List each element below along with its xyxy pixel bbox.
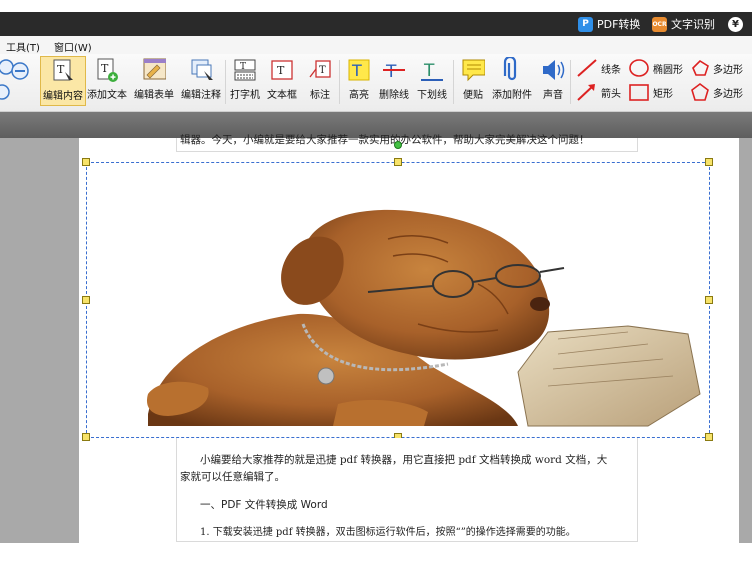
strikethrough-icon: T [382,57,406,83]
toolbar-separator [339,60,340,104]
paragraph-1-line-2: 家就可以任意编辑了。 [180,471,285,483]
menu-bar: 工具(T) 窗口(W) [0,36,752,54]
callout-tool[interactable]: T 标注 [304,56,336,106]
polygon-icon [692,59,709,76]
step-1-text: 1. 下载安装迅捷 pdf 转换器，双击图标运行软件后，按照“”的操作选择需要的… [200,527,576,538]
yen-icon: ¥ [728,16,743,32]
ellipse-icon [629,59,649,77]
edit-form-label: 编辑表单 [134,90,174,101]
polygon-tool[interactable]: 多边形 [690,58,743,78]
zoom-out-icon[interactable] [0,58,36,102]
svg-text:T: T [385,62,397,82]
sound-tool[interactable]: 声音 [538,56,568,106]
ocr-label: 文字识别 [671,18,715,31]
callout-label: 标注 [310,90,330,101]
underline-label: 下划线 [417,90,447,101]
speaker-icon [541,57,565,83]
arrow-label: 箭头 [601,88,621,100]
callout-icon: T [308,57,332,83]
arrow-icon [577,84,595,101]
top-text-line: 辑器。今天，小编就是要给大家推荐一款实用的办公软件，帮助大家完美解决这个问题！ [180,134,590,146]
toolbar: T 编辑内容 T 添加文本 编辑表单 编辑注释 T 打字机 T 文本框 T 标注… [0,54,752,112]
ellipse-tool[interactable]: 椭圆形 [628,58,683,78]
underline-tool[interactable]: T 下划线 [414,56,450,106]
arrow-tool[interactable]: 箭头 [576,82,621,102]
highlight-label: 高亮 [349,90,369,101]
svg-text:T: T [101,62,109,75]
sticky-note-icon [461,57,485,83]
resize-handle-top[interactable] [394,158,402,166]
add-text-label: 添加文本 [87,90,127,101]
polygon2-tool[interactable]: 多边形 [690,82,743,102]
line-icon [577,59,597,77]
toolbar-separator [570,60,571,104]
paperclip-icon [500,57,524,83]
app-root: P PDF转换 OCR 文字识别 ¥ 工具(T) 窗口(W) T 编辑内容 T … [0,0,756,563]
svg-text:T: T [57,63,65,76]
edit-content-tool[interactable]: T 编辑内容 [40,56,86,106]
svg-text:T: T [351,61,362,80]
rectangle-tool[interactable]: 矩形 [628,82,673,102]
textbox-tool[interactable]: T 文本框 [264,56,300,106]
ellipse-label: 椭圆形 [653,64,683,76]
svg-text:T: T [423,61,435,81]
svg-text:T: T [319,65,326,76]
typewriter-icon: T [233,57,257,83]
menu-tools[interactable]: 工具(T) [6,39,40,54]
title-bar: P PDF转换 OCR 文字识别 ¥ [0,12,752,36]
resize-handle-left[interactable] [82,296,90,304]
strikethrough-tool[interactable]: T 删除线 [376,56,412,106]
polygon-label: 多边形 [713,64,743,76]
rectangle-icon [629,84,649,101]
sticky-note-tool[interactable]: 便贴 [458,56,488,106]
pdf-convert-button[interactable]: P PDF转换 [578,15,640,33]
resize-handle-right[interactable] [705,296,713,304]
add-text-icon: T [95,57,119,83]
svg-text:T: T [277,64,285,77]
strikethrough-label: 删除线 [379,90,409,101]
sound-label: 声音 [543,90,563,101]
pdf-convert-label: PDF转换 [597,18,641,31]
ocr-icon: OCR [652,16,667,32]
textbox-icon: T [270,57,294,83]
menu-window[interactable]: 窗口(W) [54,39,92,54]
edit-form-tool[interactable]: 编辑表单 [132,56,176,106]
sticky-note-label: 便贴 [463,90,483,101]
edit-comment-icon [189,57,213,83]
edit-comment-label: 编辑注释 [181,90,221,101]
ocr-button[interactable]: OCR 文字识别 [652,15,715,33]
attach-file-tool[interactable]: 添加附件 [490,56,534,106]
resize-handle-top-left[interactable] [82,158,90,166]
highlight-icon: T [347,57,371,83]
textbox-label: 文本框 [267,90,297,101]
line-label: 线条 [601,64,621,76]
pdf-convert-icon: P [578,16,593,32]
edit-form-icon [142,57,166,83]
edit-content-icon: T [51,58,75,84]
edit-content-label: 编辑内容 [43,91,83,102]
resize-handle-top-right[interactable] [705,158,713,166]
purchase-button[interactable]: ¥ [728,15,743,33]
typewriter-label: 打字机 [230,90,260,101]
rotate-handle[interactable] [394,141,402,149]
toolbar-separator [453,60,454,104]
add-text-tool[interactable]: T 添加文本 [86,56,128,106]
resize-handle-bottom-right[interactable] [705,433,713,441]
polygon2-label: 多边形 [713,88,743,100]
attach-file-label: 添加附件 [492,90,532,101]
toolbar-separator [225,60,226,104]
typewriter-tool[interactable]: T 打字机 [228,56,262,106]
image-selection-frame[interactable] [86,162,710,438]
line-tool[interactable]: 线条 [576,58,621,78]
underline-icon: T [420,57,444,83]
rectangle-label: 矩形 [653,88,673,100]
resize-handle-bottom-left[interactable] [82,433,90,441]
paragraph-1-line-1: 小编要给大家推荐的就是迅捷 pdf 转换器，用它直接把 pdf 文档转换成 wo… [200,454,608,466]
highlight-tool[interactable]: T 高亮 [344,56,374,106]
section-heading: 一、PDF 文件转换成 Word [200,499,328,511]
svg-text:T: T [240,62,246,72]
pentagon-icon [691,83,709,101]
edit-comment-tool[interactable]: 编辑注释 [179,56,223,106]
